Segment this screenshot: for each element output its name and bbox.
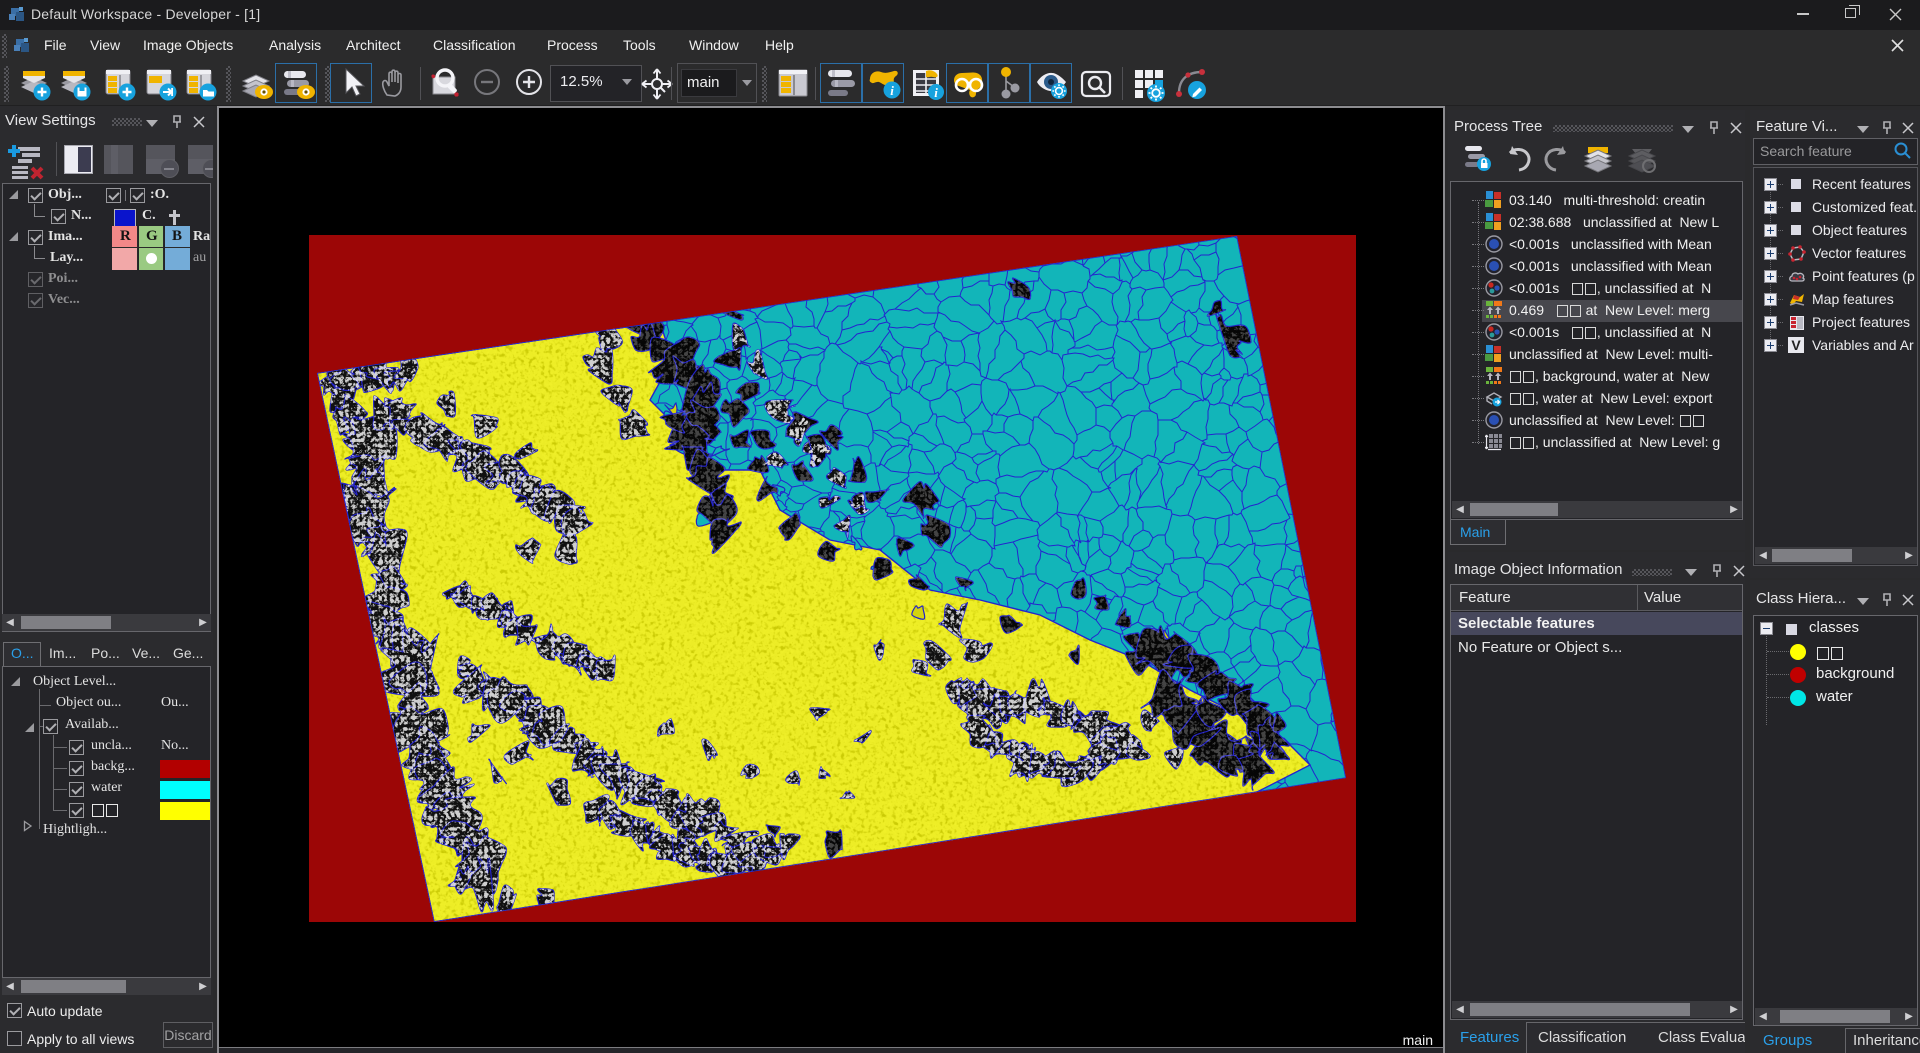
svg-text:i: i (934, 85, 938, 100)
svg-text:main: main (1403, 1032, 1433, 1048)
svg-text:i: i (890, 83, 894, 98)
